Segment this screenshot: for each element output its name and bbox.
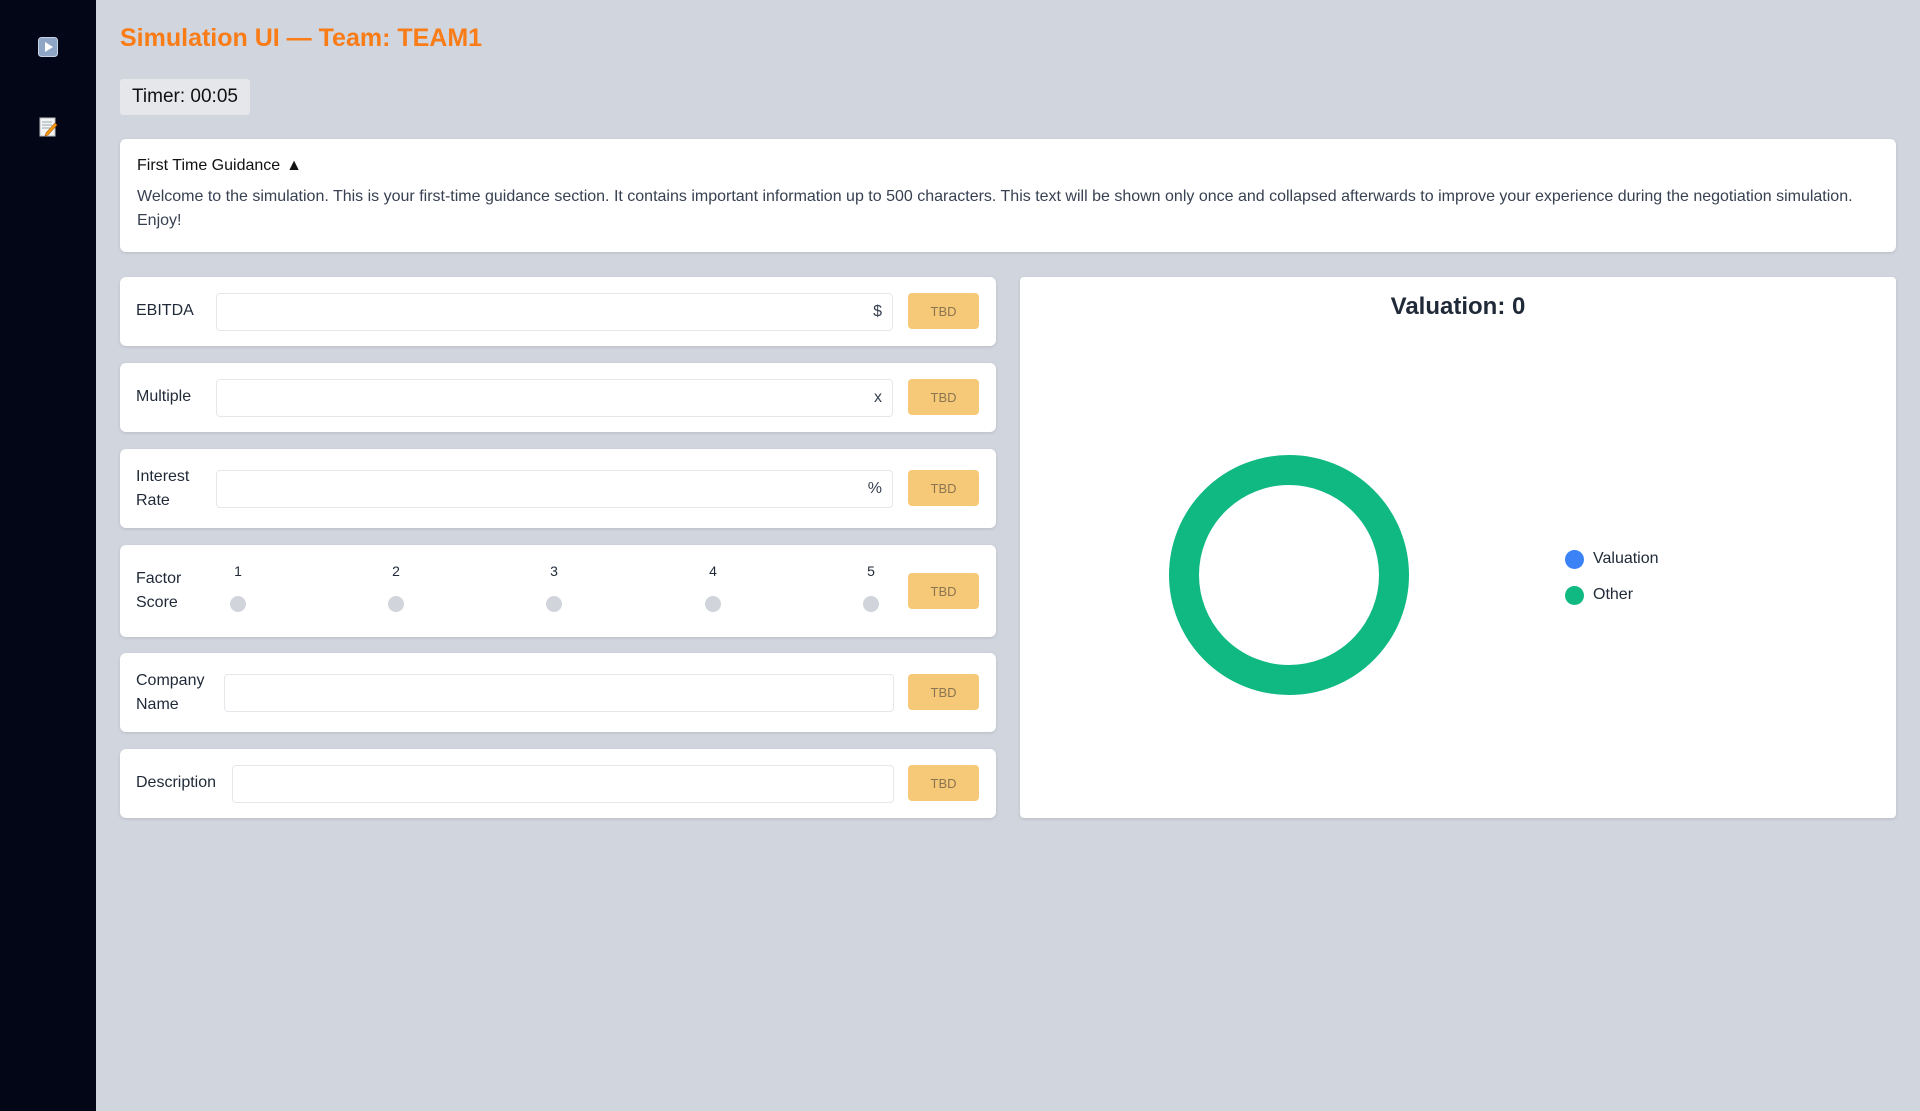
factor-option-5[interactable]: 5 xyxy=(856,562,886,612)
factor-score-label: Factor Score xyxy=(136,567,181,615)
ebitda-tbd-button[interactable]: TBD xyxy=(908,293,979,329)
ebitda-input[interactable]: $ xyxy=(216,293,893,331)
legend-item-valuation[interactable]: Valuation xyxy=(1565,547,1659,571)
factor-score-label-line2: Score xyxy=(136,594,178,611)
valuation-chart-panel: Valuation: 0 Valuation Other xyxy=(1020,277,1896,818)
collapse-icon: ▲ xyxy=(286,157,302,174)
interest-rate-label-line2: Rate xyxy=(136,492,170,509)
company-name-label-line2: Name xyxy=(136,696,179,713)
notes-icon[interactable] xyxy=(38,117,58,137)
interest-rate-tbd-button[interactable]: TBD xyxy=(908,470,979,506)
factor-radio-2[interactable] xyxy=(388,596,404,612)
interest-rate-label: Interest Rate xyxy=(136,465,189,513)
factor-option-label: 2 xyxy=(392,563,400,579)
factor-option-2[interactable]: 2 xyxy=(381,562,411,612)
legend-label-other: Other xyxy=(1593,586,1634,603)
company-name-card: Company Name TBD xyxy=(120,653,996,732)
factor-option-1[interactable]: 1 xyxy=(223,562,253,612)
guidance-toggle[interactable]: First Time Guidance ▲ xyxy=(137,157,302,175)
multiple-tbd-button[interactable]: TBD xyxy=(908,379,979,415)
company-name-tbd-button[interactable]: TBD xyxy=(908,674,979,710)
legend-swatch-valuation xyxy=(1565,549,1584,569)
company-name-label: Company Name xyxy=(136,669,204,717)
factor-option-label: 3 xyxy=(550,563,558,579)
play-icon[interactable] xyxy=(38,37,58,57)
legend-swatch-other xyxy=(1565,585,1584,605)
chart-legend: Valuation Other xyxy=(1565,547,1659,619)
factor-score-card: Factor Score 1 2 3 4 5 TBD xyxy=(120,545,996,637)
dollar-unit: $ xyxy=(873,303,882,320)
guidance-title: First Time Guidance xyxy=(137,157,281,174)
factor-option-label: 4 xyxy=(709,563,717,579)
interest-rate-card: Interest Rate % TBD xyxy=(120,449,996,528)
factor-radio-5[interactable] xyxy=(863,596,879,612)
factor-option-label: 5 xyxy=(867,563,875,579)
company-name-input[interactable] xyxy=(224,674,894,712)
description-card: Description TBD xyxy=(120,749,996,818)
interest-rate-label-line1: Interest xyxy=(136,468,190,485)
multiple-input[interactable]: x xyxy=(216,379,893,417)
ebitda-label: EBITDA xyxy=(136,302,194,319)
donut-slice-other[interactable] xyxy=(1169,455,1409,695)
legend-item-other[interactable]: Other xyxy=(1565,583,1659,607)
multiple-label: Multiple xyxy=(136,388,192,405)
description-input[interactable] xyxy=(232,765,894,803)
legend-label-valuation: Valuation xyxy=(1593,550,1659,567)
interest-rate-input[interactable]: % xyxy=(216,470,893,508)
factor-radio-1[interactable] xyxy=(230,596,246,612)
factor-score-label-line1: Factor xyxy=(136,570,182,587)
percent-unit: % xyxy=(867,480,882,497)
description-label: Description xyxy=(136,774,217,791)
ebitda-card: EBITDA $ TBD xyxy=(120,277,996,346)
factor-option-3[interactable]: 3 xyxy=(539,562,569,612)
factor-option-label: 1 xyxy=(234,563,242,579)
donut-chart xyxy=(1169,455,1409,695)
description-tbd-button[interactable]: TBD xyxy=(908,765,979,801)
page-title: Simulation UI — Team: TEAM1 xyxy=(120,24,483,52)
factor-radio-4[interactable] xyxy=(705,596,721,612)
factor-radio-3[interactable] xyxy=(546,596,562,612)
sidebar xyxy=(0,0,96,1111)
factor-score-tbd-button[interactable]: TBD xyxy=(908,573,979,609)
timer: Timer: 00:05 xyxy=(120,79,250,115)
factor-option-4[interactable]: 4 xyxy=(698,562,728,612)
guidance-panel: First Time Guidance ▲ Welcome to the sim… xyxy=(120,139,1896,252)
multiplier-unit: x xyxy=(874,389,882,406)
guidance-text: Welcome to the simulation. This is your … xyxy=(137,188,1853,229)
multiple-card: Multiple x TBD xyxy=(120,363,996,432)
company-name-label-line1: Company xyxy=(136,672,205,689)
